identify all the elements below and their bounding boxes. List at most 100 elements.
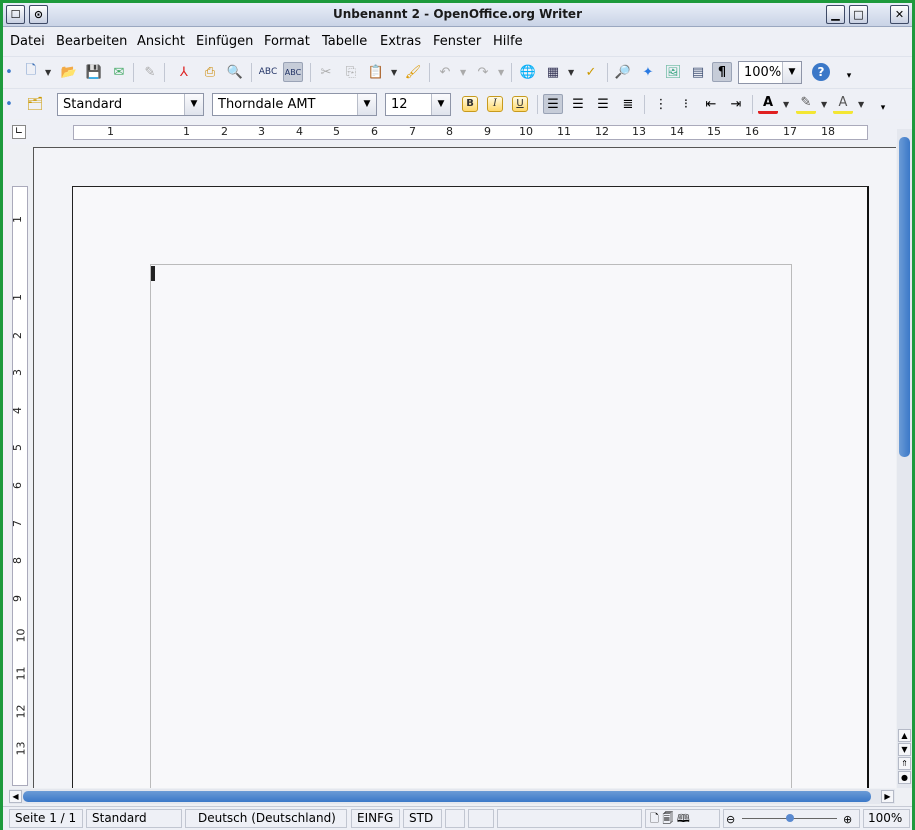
navigation-icon[interactable]: ● xyxy=(898,771,911,784)
vertical-scrollbar[interactable]: ▲ ▼ ⇑ ● xyxy=(897,129,912,788)
bullets-icon[interactable]: ⁝ xyxy=(676,94,696,114)
chevron-down-icon[interactable]: ▼ xyxy=(782,62,801,83)
paste-dropdown-icon[interactable]: ▼ xyxy=(391,68,397,77)
zoom-slider[interactable]: ⊖ ⊕ xyxy=(723,809,860,828)
draw-icon[interactable]: ✓ xyxy=(581,62,601,82)
spellcheck-icon[interactable]: ABC xyxy=(258,62,278,82)
status-selection-mode[interactable]: STD xyxy=(403,809,442,828)
minimize-button[interactable]: ▁ xyxy=(826,5,845,24)
menu-bearbeiten[interactable]: Bearbeiten xyxy=(56,34,127,49)
autospell-icon[interactable]: ABC xyxy=(283,62,303,82)
zoom-out-icon[interactable]: ⊖ xyxy=(726,811,735,828)
align-justify-icon[interactable]: ≣ xyxy=(618,94,638,114)
background-color-dropdown-icon[interactable]: ▼ xyxy=(858,100,864,109)
menu-datei[interactable]: Datei xyxy=(10,34,45,49)
paste-icon[interactable]: 📋 xyxy=(366,62,386,82)
print-icon[interactable]: ⎙ xyxy=(200,62,220,82)
undo-icon[interactable]: ↶ xyxy=(435,62,455,82)
zoom-in-icon[interactable]: ⊕ xyxy=(843,811,852,828)
menu-tabelle[interactable]: Tabelle xyxy=(322,34,367,49)
preview-icon[interactable]: 🔍 xyxy=(225,62,245,82)
horizontal-scroll-thumb[interactable] xyxy=(23,791,871,802)
status-insert-mode[interactable]: EINFG xyxy=(351,809,400,828)
font-color-icon[interactable]: A xyxy=(758,94,778,114)
font-color-dropdown-icon[interactable]: ▼ xyxy=(783,100,789,109)
menu-fenster[interactable]: Fenster xyxy=(433,34,481,49)
menu-format[interactable]: Format xyxy=(264,34,310,49)
scroll-up-icon[interactable]: ▲ xyxy=(898,729,911,742)
gallery-icon[interactable]: 🖼 xyxy=(663,62,683,82)
status-signature[interactable] xyxy=(468,809,494,828)
chevron-down-icon[interactable]: ▼ xyxy=(431,94,450,115)
close-button[interactable]: ✕ xyxy=(890,5,909,24)
scroll-left-icon[interactable]: ◀ xyxy=(9,790,22,803)
scroll-down-icon[interactable]: ▼ xyxy=(898,743,911,756)
new-dropdown-icon[interactable]: ▼ xyxy=(45,68,51,77)
pdf-icon[interactable]: ⅄ xyxy=(174,62,194,82)
view-layout-icons[interactable]: 🗋 🗐 🕮 xyxy=(645,809,720,828)
menu-ansicht[interactable]: Ansicht xyxy=(137,34,185,49)
align-right-icon[interactable]: ☰ xyxy=(593,94,613,114)
format-paintbrush-icon[interactable]: 🖌 xyxy=(403,62,423,82)
bold-button[interactable]: B xyxy=(462,96,478,112)
highlight-icon[interactable]: ✎ xyxy=(796,94,816,114)
decrease-indent-icon[interactable]: ⇤ xyxy=(701,94,721,114)
maximize-button[interactable]: □ xyxy=(849,5,868,24)
font-size-combo[interactable]: 12 ▼ xyxy=(385,93,451,116)
help-icon[interactable]: ? xyxy=(812,63,830,81)
menu-hilfe[interactable]: Hilfe xyxy=(493,34,523,49)
status-page-style[interactable]: Standard xyxy=(86,809,182,828)
align-left-icon[interactable]: ☰ xyxy=(543,94,563,114)
redo-icon[interactable]: ↷ xyxy=(473,62,493,82)
previous-page-icon[interactable]: ⇑ xyxy=(898,757,911,770)
copy-icon[interactable]: ⎘ xyxy=(341,62,361,82)
horizontal-scrollbar[interactable]: ◀ ▶ xyxy=(9,789,895,804)
document-area[interactable] xyxy=(33,147,896,788)
find-icon[interactable]: 🔎 xyxy=(613,62,633,82)
highlight-dropdown-icon[interactable]: ▼ xyxy=(821,100,827,109)
styles-formatting-icon[interactable]: 🗂 xyxy=(25,94,45,114)
edit-file-icon[interactable]: ✎ xyxy=(140,62,160,82)
toolbar-handle-icon[interactable]: • xyxy=(5,62,13,82)
toolbar-overflow-icon[interactable]: ▾ xyxy=(839,66,859,86)
vertical-ruler[interactable]: 1 1 2 3 4 5 6 7 8 9 10 11 12 13 xyxy=(11,186,28,786)
zoom-combo[interactable]: 100% ▼ xyxy=(738,61,802,84)
underline-button[interactable]: U xyxy=(512,96,528,112)
chevron-down-icon[interactable]: ▼ xyxy=(184,94,203,115)
status-language[interactable]: Deutsch (Deutschland) xyxy=(185,809,347,828)
datasource-icon[interactable]: ▤ xyxy=(688,62,708,82)
font-name-combo[interactable]: Thorndale AMT ▼ xyxy=(212,93,377,116)
status-zoom[interactable]: 100% xyxy=(863,809,910,828)
menu-einfuegen[interactable]: Einfügen xyxy=(196,34,253,49)
status-page[interactable]: Seite 1 / 1 xyxy=(9,809,83,828)
toolbar-handle-icon[interactable]: • xyxy=(5,94,13,114)
redo-dropdown-icon[interactable]: ▼ xyxy=(498,68,504,77)
chevron-down-icon[interactable]: ▼ xyxy=(357,94,376,115)
toolbar-overflow-icon[interactable]: ▾ xyxy=(873,98,893,118)
scroll-right-icon[interactable]: ▶ xyxy=(881,790,894,803)
email-icon[interactable]: ✉ xyxy=(109,62,129,82)
cut-icon[interactable]: ✂ xyxy=(316,62,336,82)
paragraph-style-combo[interactable]: Standard ▼ xyxy=(57,93,204,116)
italic-button[interactable]: I xyxy=(487,96,503,112)
align-center-icon[interactable]: ☰ xyxy=(568,94,588,114)
background-color-icon[interactable]: A xyxy=(833,94,853,114)
undo-dropdown-icon[interactable]: ▼ xyxy=(460,68,466,77)
vertical-scroll-thumb[interactable] xyxy=(899,137,910,457)
navigator-icon[interactable]: ✦ xyxy=(638,62,658,82)
numbering-icon[interactable]: ⋮ xyxy=(651,94,671,114)
hyperlink-icon[interactable]: 🌐 xyxy=(518,62,538,82)
zoom-slider-knob[interactable] xyxy=(786,814,794,822)
table-icon[interactable]: ▦ xyxy=(543,62,563,82)
save-icon[interactable]: 💾 xyxy=(84,62,104,82)
menu-extras[interactable]: Extras xyxy=(380,34,421,49)
increase-indent-icon[interactable]: ⇥ xyxy=(726,94,746,114)
table-dropdown-icon[interactable]: ▼ xyxy=(568,68,574,77)
nonprinting-chars-icon[interactable]: ¶ xyxy=(712,62,732,82)
horizontal-ruler[interactable]: 1 1 2 3 4 5 6 7 8 9 10 11 12 13 14 15 16 17 18 xyxy=(73,125,868,140)
document-page[interactable] xyxy=(72,186,869,788)
tab-stop-type-icon[interactable]: ∟ xyxy=(12,125,26,139)
status-document-modified[interactable] xyxy=(445,809,465,828)
new-icon[interactable]: 🗋 xyxy=(21,62,41,82)
open-icon[interactable]: 📂 xyxy=(59,62,79,82)
